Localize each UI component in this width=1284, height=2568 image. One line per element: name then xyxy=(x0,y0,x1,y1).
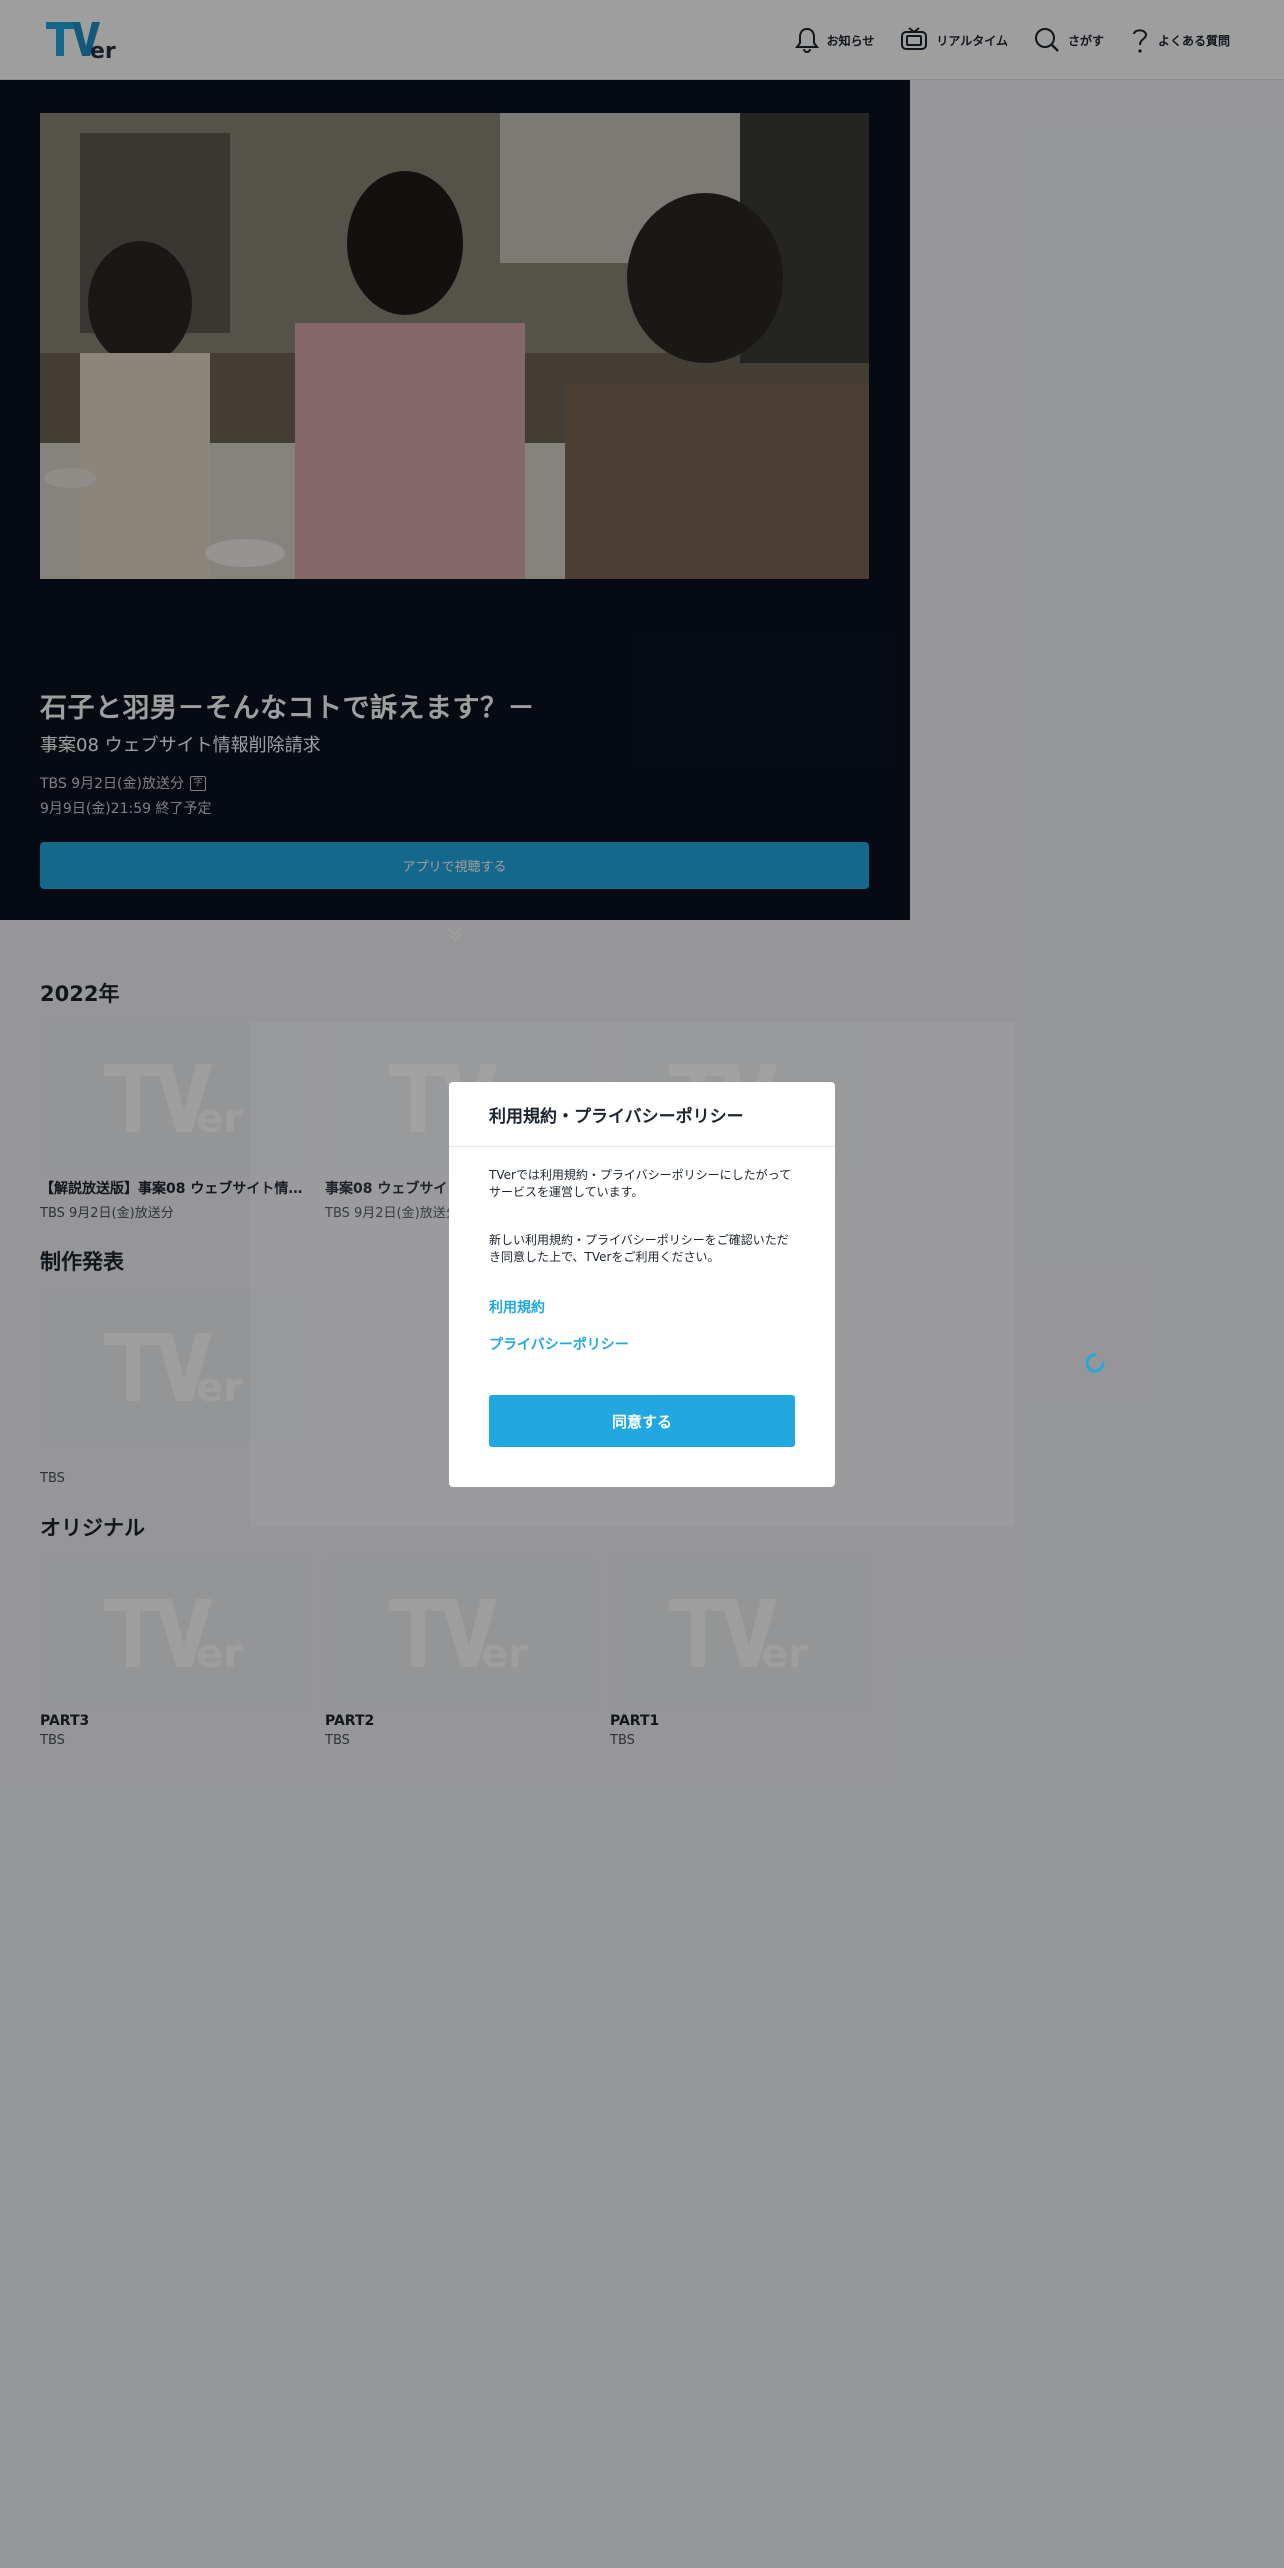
terms-consent-dialog: 利用規約・プライバシーポリシー TVerでは利用規約・プライバシーポリシーにした… xyxy=(449,1082,835,1487)
dialog-title: 利用規約・プライバシーポリシー xyxy=(489,1107,744,1127)
dialog-text-1: TVerでは利用規約・プライバシーポリシーにしたがってサービスを運営しています。 xyxy=(489,1168,792,1199)
terms-link[interactable]: 利用規約 xyxy=(489,1297,545,1317)
dialog-divider xyxy=(449,1146,835,1147)
privacy-policy-link[interactable]: プライバシーポリシー xyxy=(489,1334,629,1354)
loading-spinner-icon xyxy=(1084,1352,1106,1374)
agree-button[interactable]: 同意する xyxy=(489,1395,795,1447)
dialog-text-2: 新しい利用規約・プライバシーポリシーをご確認いただき同意した上で、TVerをご利… xyxy=(489,1233,789,1264)
